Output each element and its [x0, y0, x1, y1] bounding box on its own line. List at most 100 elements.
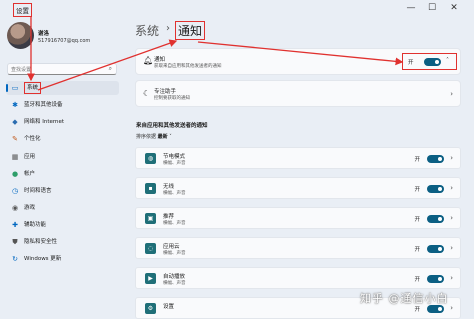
sidebar-item-8[interactable]: ✚ 辅助功能	[6, 218, 119, 232]
sort-value[interactable]: 最新	[158, 134, 168, 140]
app-name: 推荐	[163, 214, 175, 220]
bluetooth-icon: ✱	[12, 101, 18, 109]
user-email: 517916707@qq.com	[38, 38, 91, 44]
app-toggle-label: 开	[414, 157, 420, 163]
chevron-right-icon[interactable]: ›	[450, 214, 453, 222]
focus-assist-subtitle: 控制要获取的通知	[154, 96, 190, 101]
apps-icon: ▦	[11, 153, 19, 161]
breadcrumb-separator: ›	[166, 23, 170, 34]
clock-globe-icon: ◷	[11, 187, 19, 195]
app-subtitle: 横幅、声音	[163, 191, 186, 196]
maximize-button[interactable]: ☐	[425, 2, 439, 14]
app-name: 应用云	[163, 244, 180, 250]
sidebar-item-6[interactable]: ◷ 时间和语言	[6, 184, 119, 198]
sidebar-item-label: 系统	[24, 82, 42, 94]
app-toggle-label: 开	[414, 307, 420, 313]
wifi-icon: ◆	[12, 118, 18, 126]
sidebar-item-2[interactable]: ◆ 网络和 Internet	[6, 115, 119, 129]
app-toggle-label: 开	[414, 187, 420, 193]
chevron-right-icon[interactable]: ›	[450, 154, 453, 162]
notifications-toggle-label: 开	[408, 60, 414, 66]
settings-gear-icon: ⚙	[145, 303, 156, 314]
sidebar-item-1[interactable]: ✱ 蓝牙和其他设备	[6, 98, 119, 112]
app-toggle[interactable]	[427, 155, 444, 163]
sidebar-item-label: 隐私和安全性	[24, 239, 58, 245]
sidebar-item-10[interactable]: ↻ Windows 更新	[6, 252, 119, 266]
focus-assist-title: 专注助手	[154, 89, 177, 95]
sidebar-item-label: 帐户	[24, 171, 36, 177]
monitor-icon: ▭	[11, 84, 19, 92]
window-title: 设置	[13, 3, 32, 17]
app-toggle[interactable]	[427, 245, 444, 253]
sidebar-item-label: 应用	[24, 154, 36, 160]
chevron-up-icon[interactable]: ˄	[446, 57, 449, 64]
autoplay-icon: ▶	[145, 273, 156, 284]
title-bar: 设置 — ☐ ✕	[0, 0, 474, 18]
notifications-card[interactable]: 🔔︎ 通知 获取来自应用和其他发送者的通知 开 ˄	[135, 48, 461, 75]
section-title: 来自应用和其他发送者的通知	[136, 123, 208, 129]
sidebar-item-label: 时间和语言	[24, 188, 52, 194]
chevron-right-icon[interactable]: ›	[450, 244, 453, 252]
app-subtitle: 横幅、声音	[163, 281, 186, 286]
moon-icon: ☾	[143, 89, 151, 98]
app-notification-row[interactable]: ▪ 无线 横幅、声音 开 ›	[135, 177, 461, 199]
app-subtitle: 横幅、声音	[163, 221, 186, 226]
notifications-toggle[interactable]	[424, 58, 441, 66]
update-icon: ↻	[12, 255, 18, 263]
chevron-right-icon[interactable]: ›	[450, 184, 453, 192]
notifications-subtitle: 获取来自应用和其他发送者的通知	[154, 64, 222, 69]
chevron-down-icon[interactable]: ˅	[169, 134, 172, 140]
app-toggle[interactable]	[427, 305, 444, 313]
close-button[interactable]: ✕	[447, 2, 461, 14]
app-notification-row[interactable]: ◌ 应用云 横幅、声音 开 ›	[135, 237, 461, 259]
avatar[interactable]	[7, 22, 34, 49]
app-cloud-icon: ◌	[145, 243, 156, 254]
sidebar-item-3[interactable]: ✎ 个性化	[6, 132, 119, 146]
minimize-button[interactable]: —	[404, 2, 418, 14]
app-notification-row[interactable]: ▶ 自动播放 横幅、声音 开 ›	[135, 267, 461, 289]
watermark: 知乎 @通信小白	[360, 292, 449, 305]
search-input[interactable]	[11, 65, 101, 74]
sidebar-item-label: 蓝牙和其他设备	[24, 102, 63, 108]
shield-icon: ⛊	[12, 238, 18, 246]
focus-assist-card[interactable]: ☾ 专注助手 控制要获取的通知 ›	[135, 80, 461, 107]
app-name: 自动播放	[163, 274, 186, 280]
app-toggle[interactable]	[427, 215, 444, 223]
app-name: 设置	[163, 304, 175, 310]
search-box: ⌕	[7, 63, 117, 75]
app-toggle[interactable]	[427, 275, 444, 283]
app-name: 无线	[163, 184, 175, 190]
app-notification-row[interactable]: ▣ 推荐 横幅、声音 开 ›	[135, 207, 461, 229]
sidebar-item-label: Windows 更新	[24, 256, 62, 262]
app-toggle-label: 开	[414, 217, 420, 223]
user-name: 谢洛	[38, 31, 50, 37]
page-title: 通知	[175, 21, 206, 40]
sidebar-item-7[interactable]: ◉ 游戏	[6, 201, 119, 215]
suggested-icon: ▣	[145, 213, 156, 224]
sort-control[interactable]: 排序依据 最新 ˅	[136, 133, 172, 140]
chevron-right-icon[interactable]: ›	[450, 90, 453, 98]
app-toggle-label: 开	[414, 247, 420, 253]
app-subtitle: 横幅、声音	[163, 161, 186, 166]
sidebar-item-4[interactable]: ▦ 应用	[6, 150, 119, 164]
chevron-right-icon[interactable]: ›	[450, 304, 453, 312]
sidebar-item-9[interactable]: ⛊ 隐私和安全性	[6, 235, 119, 249]
sidebar-item-label: 个性化	[24, 136, 41, 142]
notifications-toggle-group: 开 ˄	[402, 53, 457, 70]
sidebar-item-0[interactable]: ▭ 系统	[6, 81, 119, 95]
sidebar: 谢洛 517916707@qq.com ⌕ ▭ 系统 ✱ 蓝牙和其他设备 ◆ 网络和 In…	[0, 18, 125, 319]
sort-label: 排序依据	[136, 134, 157, 140]
app-notification-row[interactable]: ◍ 节电模式 横幅、声音 开 ›	[135, 147, 461, 169]
app-toggle[interactable]	[427, 185, 444, 193]
sidebar-item-label: 网络和 Internet	[24, 119, 65, 125]
sidebar-item-label: 辅助功能	[24, 222, 47, 228]
chevron-right-icon[interactable]: ›	[450, 274, 453, 282]
battery-saver-icon: ◍	[145, 153, 156, 164]
bell-icon: 🔔︎	[143, 56, 154, 65]
sidebar-item-label: 游戏	[24, 205, 36, 211]
active-indicator	[6, 84, 8, 92]
sidebar-item-5[interactable]: ● 帐户	[6, 167, 119, 181]
breadcrumb-parent[interactable]: 系统	[135, 22, 159, 39]
search-icon[interactable]: ⌕	[109, 65, 112, 73]
account-icon: ●	[11, 170, 19, 178]
